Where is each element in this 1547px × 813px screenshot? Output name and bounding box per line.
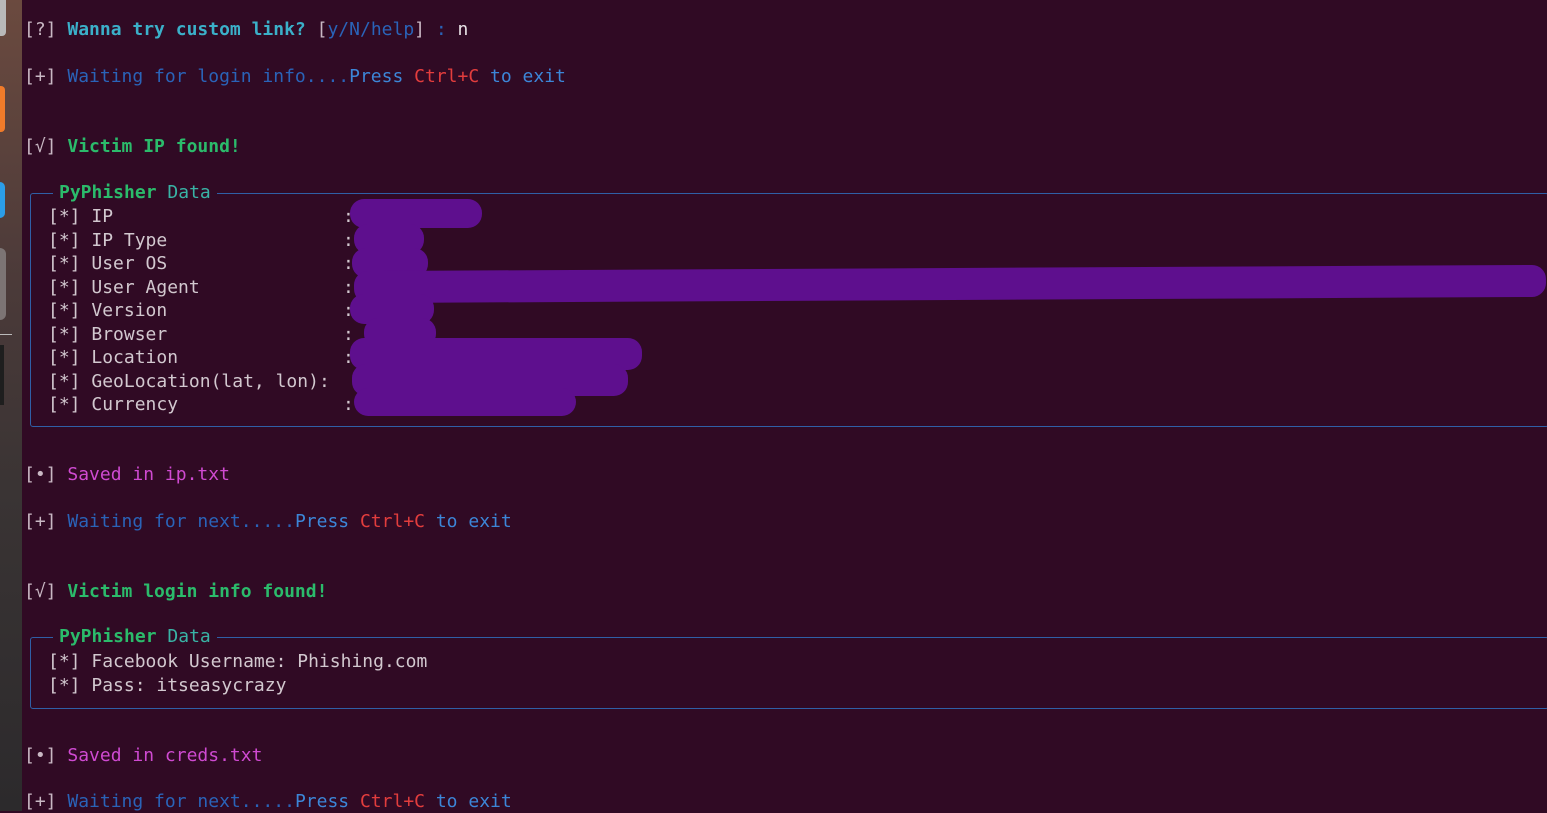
dock-separator bbox=[0, 334, 12, 335]
row-label: Currency bbox=[91, 394, 179, 415]
version-row: [*] Version: bbox=[48, 299, 354, 322]
row-mark: [*] bbox=[48, 300, 81, 321]
row-label: IP Type bbox=[91, 230, 168, 251]
app-icon[interactable] bbox=[0, 182, 5, 218]
row-text: Pass: itseasycrazy bbox=[91, 675, 287, 696]
row-sep: : bbox=[343, 394, 354, 415]
row-mark: [*] bbox=[48, 651, 81, 672]
row-text: Facebook Username: Phishing.com bbox=[91, 651, 428, 672]
row-label: Browser bbox=[91, 324, 168, 345]
row-label: User Agent bbox=[91, 277, 200, 298]
username-row: [*] Facebook Username: Phishing.com bbox=[48, 650, 427, 673]
exit-text: to exit bbox=[435, 791, 512, 812]
row-label: GeoLocation(lat, lon) bbox=[91, 371, 319, 392]
row-mark: [*] bbox=[48, 371, 81, 392]
row-mark: [*] bbox=[48, 253, 81, 274]
status-mark: [+] bbox=[24, 66, 57, 87]
prompt-answer: n bbox=[457, 19, 469, 40]
row-sep: : bbox=[343, 230, 354, 251]
ip-type-row: [*] IP Type: bbox=[48, 229, 354, 252]
status-mark: [+] bbox=[24, 511, 57, 532]
ip-row: [*] IP: bbox=[48, 205, 354, 228]
press-text: Press bbox=[294, 511, 350, 532]
row-label: Location bbox=[91, 347, 179, 368]
check-mark: [√] bbox=[24, 581, 57, 602]
row-mark: [*] bbox=[48, 230, 81, 251]
waiting-text: Waiting for next..... bbox=[67, 511, 295, 532]
terminal-output[interactable]: [?] Wanna try custom link? [y/N/help] : … bbox=[24, 0, 1547, 813]
panel-title: PyPhisher Data bbox=[53, 625, 217, 648]
custom-link-prompt: [?] Wanna try custom link? [y/N/help] : … bbox=[24, 18, 468, 41]
bracket: [ bbox=[316, 19, 328, 40]
found-text: Victim IP found! bbox=[67, 136, 241, 157]
key-hint: Ctrl+C bbox=[359, 511, 425, 532]
bracket: ] bbox=[414, 19, 426, 40]
waiting-line: [+] Waiting for login info....Press Ctrl… bbox=[24, 65, 566, 88]
location-row: [*] Location: bbox=[48, 346, 354, 369]
app-icon[interactable] bbox=[0, 345, 4, 405]
redaction-scribble bbox=[354, 388, 576, 416]
row-mark: [*] bbox=[48, 206, 81, 227]
waiting-line: [+] Waiting for next.....Press Ctrl+C to… bbox=[24, 790, 512, 813]
found-line: [√] Victim IP found! bbox=[24, 135, 241, 158]
row-mark: [*] bbox=[48, 347, 81, 368]
row-mark: [*] bbox=[48, 675, 81, 696]
row-mark: [*] bbox=[48, 277, 81, 298]
saved-text: Saved in ip.txt bbox=[67, 464, 230, 485]
saved-text: Saved in creds.txt bbox=[67, 745, 263, 766]
saved-line: [•] Saved in ip.txt bbox=[24, 463, 230, 486]
check-mark: [√] bbox=[24, 136, 57, 157]
redaction-scribble bbox=[353, 264, 1547, 304]
panel-brand: PyPhisher bbox=[59, 182, 157, 203]
prompt-question: Wanna try custom link? bbox=[67, 19, 306, 40]
key-hint: Ctrl+C bbox=[414, 66, 480, 87]
prompt-mark: [?] bbox=[24, 19, 57, 40]
panel-word: Data bbox=[167, 626, 211, 647]
waiting-text: Waiting for next..... bbox=[67, 791, 295, 812]
exit-text: to exit bbox=[435, 511, 512, 532]
user-os-row: [*] User OS: bbox=[48, 252, 354, 275]
row-sep: : bbox=[343, 277, 354, 298]
row-label: IP bbox=[91, 206, 114, 227]
app-icon[interactable] bbox=[0, 86, 5, 132]
creds-data-panel: PyPhisher Data [*] Facebook Username: Ph… bbox=[30, 625, 1547, 709]
row-label: Version bbox=[91, 300, 168, 321]
currency-row: [*] Currency: bbox=[48, 393, 354, 416]
browser-row: [*] Browser: bbox=[48, 323, 354, 346]
panel-title: PyPhisher Data bbox=[53, 181, 217, 204]
press-text: Press bbox=[349, 66, 404, 87]
row-mark: [*] bbox=[48, 394, 81, 415]
prompt-options: y/N/help bbox=[327, 19, 415, 40]
user-agent-row: [*] User Agent: bbox=[48, 276, 354, 299]
status-mark: [+] bbox=[24, 791, 57, 812]
found-line: [√] Victim login info found! bbox=[24, 580, 327, 603]
app-icon[interactable] bbox=[0, 248, 6, 320]
row-label: User OS bbox=[91, 253, 168, 274]
ip-data-panel: PyPhisher Data [*] IP: [*] IP Type: [*] … bbox=[30, 181, 1547, 427]
waiting-line: [+] Waiting for next.....Press Ctrl+C to… bbox=[24, 510, 512, 533]
saved-line: [•] Saved in creds.txt bbox=[24, 744, 262, 767]
row-mark: [*] bbox=[48, 324, 81, 345]
panel-word: Data bbox=[167, 182, 211, 203]
password-row: [*] Pass: itseasycrazy bbox=[48, 674, 286, 697]
saved-mark: [•] bbox=[24, 464, 57, 485]
saved-mark: [•] bbox=[24, 745, 57, 766]
panel-brand: PyPhisher bbox=[59, 626, 157, 647]
press-text: Press bbox=[294, 791, 350, 812]
exit-text: to exit bbox=[490, 66, 566, 87]
app-dock bbox=[0, 0, 22, 811]
geolocation-row: [*] GeoLocation(lat, lon): bbox=[48, 370, 330, 393]
key-hint: Ctrl+C bbox=[359, 791, 425, 812]
app-icon[interactable] bbox=[0, 0, 6, 36]
row-sep: : bbox=[318, 371, 330, 392]
colon: : bbox=[425, 19, 458, 40]
waiting-text: Waiting for login info.... bbox=[67, 66, 350, 87]
found-text: Victim login info found! bbox=[67, 581, 328, 602]
